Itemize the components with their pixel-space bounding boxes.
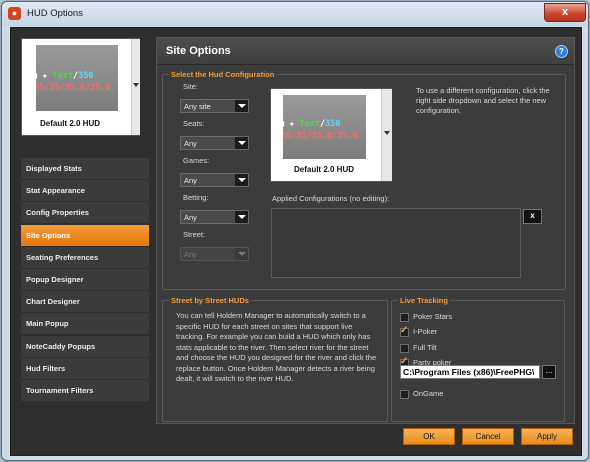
- street-huds-group-label: Street by Street HUDs: [169, 296, 251, 305]
- sidebar-item-popup-designer[interactable]: Popup Designer: [21, 269, 149, 290]
- preview-num: 350: [78, 71, 94, 81]
- filter-select-value: Any site: [184, 102, 211, 111]
- filter-select-value: Any: [184, 250, 197, 259]
- checkbox-label: I-Poker: [413, 327, 438, 336]
- chevron-down-icon: [235, 248, 248, 260]
- sidebar-item-main-popup[interactable]: Main Popup: [21, 313, 149, 335]
- live-tracking-group-label: Live Tracking: [398, 296, 450, 305]
- filter-label: Street:: [183, 230, 206, 239]
- config-hud-preview[interactable]: ■ ★ Text/350 35/35/35.0/35.0 Default 2.0…: [270, 88, 392, 182]
- sidebar-item-notecaddy-popups[interactable]: NoteCaddy Popups: [21, 335, 149, 357]
- hud-preview-image: ■ ★ Text/350 35/35/35.0/35.0: [36, 45, 118, 111]
- hand-history-path-value: C:\Program Files (x86)\FreePHG\: [403, 367, 535, 377]
- street-huds-description: You can tell Holdem Manager to automatic…: [176, 311, 377, 383]
- sidebar-item-config-properties[interactable]: Config Properties: [21, 202, 149, 224]
- checkbox-ongame[interactable]: [400, 390, 409, 399]
- filter-select-value: Any: [184, 213, 197, 222]
- filter-select-street[interactable]: Any: [180, 247, 249, 261]
- chevron-down-icon: [133, 83, 139, 87]
- chevron-down-icon: [235, 137, 248, 149]
- filter-select-seats[interactable]: Any: [180, 136, 249, 150]
- site-options-panel: Site Options ? Select the Hud Configurat…: [156, 37, 575, 424]
- filter-select-betting[interactable]: Any: [180, 210, 249, 224]
- remove-configuration-button[interactable]: x: [523, 209, 542, 224]
- sidebar-item-tournament-filters[interactable]: Tournament Filters: [21, 380, 149, 401]
- preview-text: Text: [52, 71, 73, 81]
- preview-line1: ■ ★ Text/350: [36, 71, 93, 81]
- hand-history-path-input[interactable]: C:\Program Files (x86)\FreePHG\: [400, 365, 540, 379]
- config-preview-line2: 35/35/35.0/35.0: [283, 131, 358, 141]
- page-title: Site Options: [166, 45, 231, 57]
- sidebar-item-site-options[interactable]: Site Options: [21, 224, 149, 246]
- cancel-button[interactable]: Cancel: [462, 428, 514, 445]
- config-preview-line1: ■ ★ Text/350: [283, 119, 340, 129]
- filter-label: Site:: [183, 82, 199, 91]
- preview-prefix: ■ ★: [36, 71, 48, 81]
- sidebar-item-displayed-stats[interactable]: Displayed Stats: [21, 158, 149, 179]
- config-preview-prefix: ■ ★: [283, 119, 295, 129]
- chevron-down-icon: [235, 174, 248, 186]
- checkbox-label: Full Tilt: [413, 343, 437, 352]
- filter-select-games[interactable]: Any: [180, 173, 249, 187]
- chevron-down-icon: [235, 211, 248, 223]
- checkbox-full-tilt[interactable]: [400, 344, 409, 353]
- help-icon[interactable]: ?: [555, 45, 568, 58]
- applied-configurations-list[interactable]: [271, 208, 521, 278]
- sidebar-item-seating-preferences[interactable]: Seating Preferences: [21, 246, 149, 268]
- chevron-down-icon: [384, 131, 390, 135]
- preview-dropdown-button[interactable]: [131, 39, 140, 135]
- sidebar-item-stat-appearance[interactable]: Stat Appearance: [21, 180, 149, 202]
- filter-label: Seats:: [183, 119, 205, 128]
- config-help-text: To use a different configuration, click …: [416, 86, 550, 115]
- hm-logo-icon: ●: [8, 7, 21, 20]
- sidebar-item-chart-designer[interactable]: Chart Designer: [21, 291, 149, 313]
- window-title: HUD Options: [27, 8, 83, 19]
- config-preview-name: Default 2.0 HUD: [293, 165, 354, 174]
- filter-select-site[interactable]: Any site: [180, 99, 249, 113]
- close-button[interactable]: x: [544, 3, 586, 22]
- browse-button[interactable]: ...: [542, 365, 556, 379]
- dialog-body: ■ ★ Text/350 35/35/35.0/35.0 Default 2.0…: [10, 27, 582, 456]
- config-preview-text: Text: [299, 119, 320, 129]
- preview-line2: 35/35/35.0/35.0: [36, 83, 111, 93]
- filter-select-value: Any: [184, 139, 197, 148]
- applied-configurations-label: Applied Configurations (no editing):: [272, 194, 390, 203]
- sidebar-item-hud-filters[interactable]: Hud Filters: [21, 357, 149, 379]
- chevron-down-icon: [235, 100, 248, 112]
- checkbox-label: Poker Stars: [413, 312, 453, 321]
- filter-label: Betting:: [183, 193, 209, 202]
- ok-button[interactable]: OK: [403, 428, 455, 445]
- checkbox-poker-stars[interactable]: [400, 313, 409, 322]
- hud-options-window: ● HUD Options x ■ ★ Text/350 35/35/35.0/…: [1, 1, 589, 461]
- filter-select-value: Any: [184, 176, 197, 185]
- config-preview-num: 350: [325, 119, 341, 129]
- hud-config-group-label: Select the Hud Configuration: [169, 70, 277, 79]
- config-dropdown-button[interactable]: [381, 89, 392, 181]
- preview-name: Default 2.0 HUD: [39, 119, 100, 128]
- title-bar[interactable]: ● HUD Options x: [2, 2, 588, 26]
- config-preview-image: ■ ★ Text/350 35/35/35.0/35.0: [283, 95, 366, 159]
- apply-button[interactable]: Apply: [521, 428, 573, 445]
- checkbox-label: OnGame: [413, 389, 444, 398]
- sidebar-hud-preview[interactable]: ■ ★ Text/350 35/35/35.0/35.0 Default 2.0…: [21, 38, 140, 136]
- filter-label: Games:: [183, 156, 210, 165]
- checkbox-i-poker[interactable]: [400, 325, 409, 337]
